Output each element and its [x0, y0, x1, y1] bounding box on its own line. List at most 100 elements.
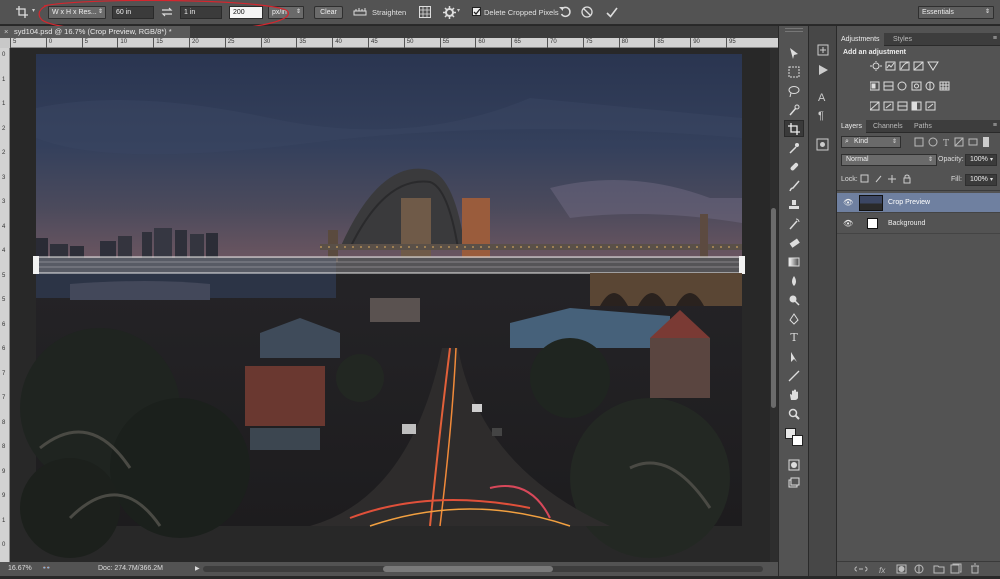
crop-tool-icon[interactable] [14, 4, 30, 20]
status-bar: 16.67% 👓 Doc: 274.7M/366.2M ▶ [0, 562, 778, 576]
close-icon[interactable]: × [4, 26, 8, 38]
tab-channels[interactable]: Channels [869, 120, 907, 133]
crop-tool-icon[interactable] [784, 120, 804, 137]
type-tool-icon[interactable]: T [784, 329, 804, 346]
brush-presets-icon[interactable] [816, 138, 829, 153]
ruler-tick-label: 10 [120, 39, 128, 45]
cancel-icon[interactable] [579, 4, 595, 20]
character-panel-icon[interactable]: A [818, 92, 825, 104]
vertical-ruler[interactable]: 0 1 1 2 2 3 3 4 4 5 5 6 6 7 7 8 8 9 9 1 0 [0, 48, 10, 562]
screen-mode-icon[interactable] [784, 474, 804, 491]
marquee-tool-icon[interactable] [784, 63, 804, 80]
brightness-contrast-icon [872, 62, 880, 70]
document-tab-bar: × syd104.psd @ 16.7% (Crop Preview, RGB/… [0, 26, 778, 38]
opacity-field[interactable]: 100% ▾ [965, 154, 997, 166]
history-brush-tool-icon[interactable] [784, 215, 804, 232]
options-bar: ▾ W x H x Res... ⇕ 60 in 1 in 200 px/in … [0, 0, 1000, 32]
ruler-origin[interactable] [0, 38, 10, 48]
clear-button[interactable]: Clear [314, 6, 343, 19]
vertical-scrollbar[interactable] [770, 48, 778, 562]
history-panel-icon[interactable] [817, 44, 829, 58]
document-tab[interactable]: × syd104.psd @ 16.7% (Crop Preview, RGB/… [0, 26, 190, 38]
brush-tool-icon[interactable] [784, 177, 804, 194]
eyedropper-tool-icon[interactable] [784, 139, 804, 156]
hand-tool-icon[interactable] [784, 386, 804, 403]
layer-row-background[interactable]: 👁 Background [837, 214, 1000, 234]
ruler-tick-label: 8 [2, 444, 6, 450]
layer-thumbnail [859, 195, 883, 211]
ruler-tick-label: 1 [2, 101, 6, 107]
svg-text:fx: fx [879, 566, 886, 575]
paragraph-panel-icon[interactable]: ¶ [818, 110, 824, 122]
vertical-scroll-thumb[interactable] [771, 208, 776, 408]
tab-paths[interactable]: Paths [910, 120, 936, 133]
overlay-grid-icon[interactable] [417, 4, 433, 20]
chevron-down-icon: ⇕ [891, 139, 897, 145]
lasso-tool-icon[interactable] [784, 82, 804, 99]
ruler-tick-label: 3 [2, 174, 6, 181]
straighten-icon[interactable] [352, 4, 368, 20]
straighten-label[interactable]: Straighten [372, 7, 406, 18]
chevron-down-icon: ▾ [989, 177, 993, 183]
view-icon[interactable]: 👓 [42, 562, 51, 576]
ruler-tick-label: 4 [2, 223, 6, 230]
blur-tool-icon[interactable] [784, 272, 804, 289]
layer-filter-select[interactable]: ⌕ Kind ⇕ [841, 136, 901, 148]
tab-layers[interactable]: Layers [837, 120, 867, 133]
ruler-tick-label: 90 [693, 39, 700, 45]
path-selection-tool-icon[interactable] [784, 348, 804, 365]
visibility-eye-icon[interactable]: 👁 [843, 219, 853, 228]
tab-adjustments[interactable]: Adjustments [837, 33, 884, 46]
fill-field[interactable]: 100% ▾ [965, 174, 997, 186]
pen-tool-icon[interactable] [784, 310, 804, 327]
ruler-tick-label: 6 [2, 346, 6, 352]
workspace-select[interactable]: Essentials ⇕ [918, 6, 994, 19]
eraser-tool-icon[interactable] [784, 234, 804, 251]
delete-cropped-checkbox[interactable] [472, 7, 481, 16]
ruler-tick-label: 8 [2, 419, 6, 426]
layer-name[interactable]: Crop Preview [888, 199, 930, 206]
layer-name[interactable]: Background [888, 220, 925, 227]
ruler-tick [260, 38, 262, 48]
layer-row-crop-preview[interactable]: 👁 Crop Preview [837, 193, 1000, 213]
gear-icon[interactable] [441, 4, 457, 20]
blend-mode-select[interactable]: Normal ⇕ [841, 154, 937, 166]
dodge-tool-icon[interactable] [784, 291, 804, 308]
ruler-tick [726, 38, 727, 48]
tab-styles[interactable]: Styles [889, 33, 916, 46]
healing-brush-tool-icon[interactable] [784, 158, 804, 175]
horizontal-scrollbar[interactable] [203, 566, 763, 572]
actions-play-icon[interactable] [817, 64, 829, 78]
panel-menu-icon[interactable]: ≡ [993, 122, 997, 129]
ruler-tick-label: 45 [371, 39, 378, 45]
line-tool-icon[interactable] [784, 367, 804, 384]
zoom-tool-icon[interactable] [784, 405, 804, 422]
panel-menu-icon[interactable]: ≡ [993, 35, 997, 42]
gradient-tool-icon[interactable] [784, 253, 804, 270]
tool-preset-arrow-icon[interactable]: ▾ [32, 7, 35, 14]
lock-label: Lock: [841, 176, 858, 183]
lock-transparent-icon [860, 174, 869, 183]
ruler-tick-label: 60 [478, 39, 486, 45]
toolbar-grip[interactable] [785, 28, 803, 32]
ruler-tick-label: 5 [84, 39, 88, 45]
ruler-tick [296, 38, 298, 48]
visibility-eye-icon[interactable]: 👁 [843, 198, 853, 207]
svg-text:T: T [943, 139, 949, 148]
chevron-down-icon[interactable]: ▾ [457, 7, 460, 14]
reset-icon[interactable] [557, 4, 573, 20]
delete-cropped-label: Delete Cropped Pixels [484, 8, 559, 17]
quick-mask-icon[interactable] [784, 456, 804, 473]
ruler-tick-label: 25 [227, 39, 235, 45]
ruler-tick-label: 85 [657, 39, 665, 45]
zoom-level[interactable]: 16.67% [8, 562, 32, 576]
document-canvas[interactable] [10, 48, 770, 562]
status-menu-arrow-icon[interactable]: ▶ [195, 562, 200, 576]
horizontal-ruler[interactable]: 5 0 5 10 15 20 25 30 35 40 45 50 55 60 65 70 75 80 85 90 95 [10, 38, 778, 48]
move-tool-icon[interactable] [784, 44, 804, 61]
clone-stamp-tool-icon[interactable] [784, 196, 804, 213]
background-color-swatch[interactable] [792, 435, 803, 446]
commit-check-icon[interactable] [604, 4, 620, 20]
quick-selection-tool-icon[interactable] [784, 101, 804, 118]
horizontal-scroll-thumb[interactable] [383, 566, 553, 572]
